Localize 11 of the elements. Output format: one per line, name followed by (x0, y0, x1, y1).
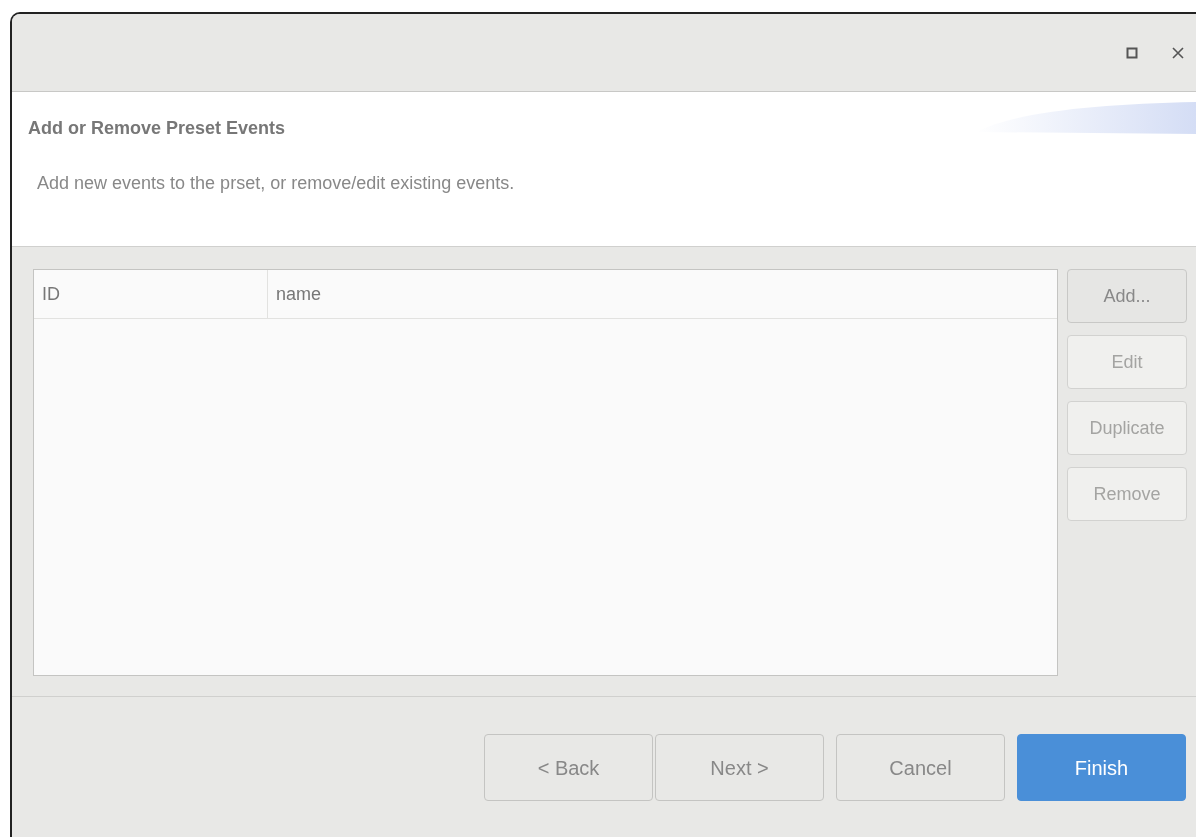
column-header[interactable]: name (268, 270, 1057, 318)
side-button[interactable]: Add... (1067, 269, 1187, 323)
wizard-button[interactable]: Cancel (836, 734, 1005, 801)
page-title: Add or Remove Preset Events (28, 117, 286, 140)
close-icon[interactable] (1172, 46, 1184, 59)
wizard-button[interactable]: < Back (484, 734, 653, 801)
wizard-button[interactable]: Next > (655, 734, 824, 801)
maximize-icon[interactable] (1126, 46, 1138, 59)
column-header[interactable]: ID (34, 270, 268, 318)
wizard-button[interactable]: Finish (1017, 734, 1186, 801)
page-description: Add new events to the prset, or remove/edit existing events. (37, 172, 515, 195)
